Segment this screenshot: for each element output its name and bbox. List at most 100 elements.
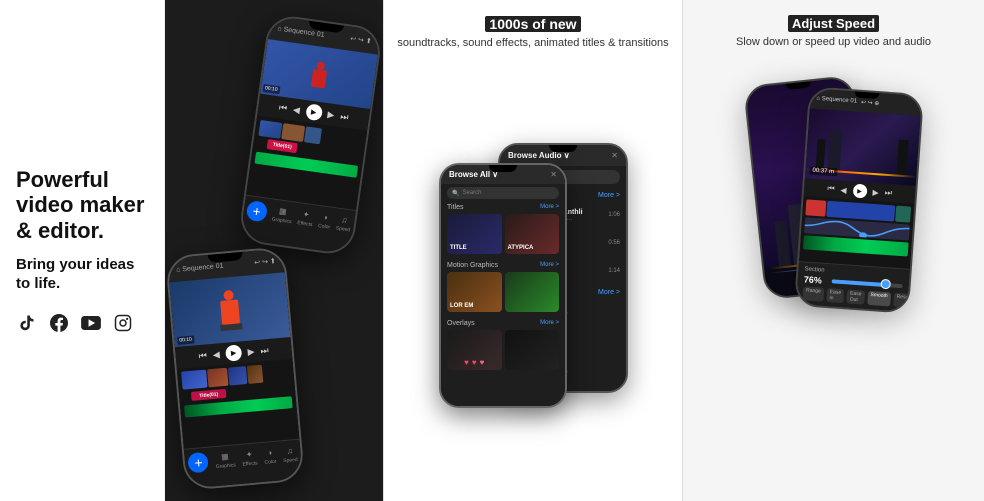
phone-screen-front: ⌂ Sequence 01 ↩ ↪ ⬆ 00:10 ⏮ ◀: [167, 248, 303, 488]
ba-search[interactable]: 🔍 Search: [447, 187, 559, 199]
panel-3-subtitle: soundtracks, sound effects, animated tit…: [397, 36, 668, 51]
next-frame-btn[interactable]: ▶: [327, 109, 335, 121]
skip-fwd-btn[interactable]: ⏭: [340, 111, 350, 123]
motion-item-1[interactable]: LOR EM: [447, 272, 502, 312]
opt-ease-out[interactable]: Ease Out: [846, 290, 864, 305]
panel-4-title: Adjust Speed: [788, 16, 879, 31]
sfx-more[interactable]: More >: [598, 289, 620, 296]
timeline-clip-2: [281, 123, 305, 142]
phone-screen-back: ⌂ Sequence 01 ↩ ↪ ⬆ 00:10 ⏮ ◀: [240, 15, 381, 254]
btm-speed-2[interactable]: ♫ Speed: [282, 444, 298, 464]
main-headline: Powerful video maker & editor.: [16, 167, 148, 243]
opt-reset[interactable]: Reset: [892, 293, 912, 308]
speed-label: Speed: [335, 225, 350, 233]
heart-3: ♥: [480, 358, 485, 367]
color-icon-2: ◑: [263, 446, 276, 459]
hearts-overlay: ♥ ♥ ♥: [450, 358, 499, 367]
spd-skip-back[interactable]: ⏮: [826, 184, 834, 194]
p4-phone-front: ⌂ Sequence 01 ↩ ↪ ⊕ 00:37 m: [793, 87, 923, 314]
p3-phones: Browse Audio ∨ ✕ 🔍 Search Soundtracks Mo…: [396, 63, 670, 485]
title-clip: Title(01): [267, 139, 298, 153]
prev-2[interactable]: ◀: [212, 349, 220, 361]
overlay-item-1[interactable]: ♥ ♥ ♥: [447, 330, 502, 370]
ab-close-btn[interactable]: ✕: [611, 151, 618, 160]
p4-phones-container: ⌂ Sequence 01 ↩ ↪ ⊕ 00:37 m: [695, 60, 972, 485]
overlay-item-2[interactable]: [505, 330, 560, 370]
ba-close[interactable]: ✕: [550, 170, 557, 179]
facebook-icon[interactable]: [48, 312, 70, 334]
soundtracks-more[interactable]: More >: [598, 192, 620, 199]
opt-smooth[interactable]: Smooth: [866, 291, 890, 307]
motion-text-1: LOR EM: [450, 303, 473, 309]
titles-more[interactable]: More >: [540, 204, 559, 211]
speed-slider-thumb[interactable]: [880, 279, 891, 290]
skip-fwd-2[interactable]: ⏭: [260, 345, 269, 357]
title-overlay-clip: Title(01): [191, 389, 227, 401]
add-button-front[interactable]: +: [188, 451, 210, 473]
speed-slider-fill: [831, 280, 885, 288]
spd-building-1: [815, 139, 825, 169]
titles-section: Titles More > TITLE ATYPICA: [441, 202, 565, 260]
spd-prev[interactable]: ◀: [840, 186, 847, 195]
timeline-area-front: Title(01): [177, 359, 300, 449]
skip-back-btn[interactable]: ⏮: [278, 102, 288, 114]
time-overlay-front: 00:10: [177, 335, 194, 344]
speed-seq-name: ⌂ Sequence 01: [816, 96, 857, 105]
title-item-1[interactable]: TITLE: [447, 214, 502, 254]
play-btn[interactable]: ▶: [305, 103, 323, 121]
skip-back-2[interactable]: ⏮: [198, 350, 207, 362]
add-button[interactable]: +: [246, 199, 269, 222]
btm-effects-2[interactable]: ✦ Effects: [241, 447, 258, 467]
bottom-graphics[interactable]: ▦ Graphics: [271, 204, 293, 226]
spd-next[interactable]: ▶: [872, 188, 879, 197]
youtube-icon[interactable]: [80, 312, 102, 334]
notch-p3-back: [549, 145, 577, 152]
video-main: 00:10: [169, 272, 290, 347]
motion-label: Motion Graphics More >: [447, 262, 559, 269]
heart-1: ♥: [464, 358, 469, 367]
prev-frame-btn[interactable]: ◀: [292, 104, 300, 116]
bottom-color[interactable]: ◑ Color: [318, 210, 333, 230]
panel-4-subtitle: Slow down or speed up video and audio: [736, 35, 931, 50]
heart-2: ♥: [472, 358, 477, 367]
title-highlight: 1000s of new: [485, 16, 580, 32]
next-2[interactable]: ▶: [247, 346, 255, 358]
spd-skip-fwd[interactable]: ⏭: [884, 188, 892, 198]
clip-c: [228, 366, 248, 386]
color-label: Color: [318, 223, 331, 231]
btm-graphics-2[interactable]: ▦ Graphics: [214, 449, 236, 470]
play-2[interactable]: ▶: [225, 344, 242, 361]
spd-clip-teal: [895, 206, 911, 223]
clip-d: [247, 365, 264, 384]
person-body: [310, 68, 326, 88]
speed-video-preview: 00:37 m: [804, 109, 920, 187]
phone-ui-front: ⌂ Sequence 01 ↩ ↪ ⬆ 00:10 ⏮ ◀: [167, 248, 303, 488]
spd-time-overlay: 00:37 m: [809, 167, 837, 177]
clip-a: [181, 370, 207, 390]
spd-building-3: [896, 140, 908, 176]
instagram-icon[interactable]: [112, 312, 134, 334]
track-dur-3: 1:14: [608, 268, 620, 274]
timeline-clip-3: [304, 126, 322, 144]
motion-more[interactable]: More >: [540, 262, 559, 269]
btm-color-2[interactable]: ◑ Color: [263, 446, 277, 466]
speed-title-highlight: Adjust Speed: [788, 15, 879, 32]
tiktok-icon[interactable]: [16, 312, 38, 334]
spd-building-2: [827, 130, 842, 171]
spd-play[interactable]: ▶: [852, 184, 867, 199]
time-overlay: 00:10: [263, 84, 280, 94]
speed-slider-track[interactable]: [831, 280, 902, 289]
titles-label: Titles More >: [447, 204, 559, 211]
track-dur-2: 0:56: [608, 240, 620, 246]
timeline-clip-1: [258, 120, 282, 139]
opt-ease-in[interactable]: Ease In: [826, 288, 844, 303]
title-item-2[interactable]: ATYPICA: [505, 214, 560, 254]
graphics-icon-2: ▦: [218, 450, 231, 463]
motion-item-2[interactable]: [505, 272, 560, 312]
bottom-effects[interactable]: ✦ Effects: [297, 207, 315, 228]
opt-range[interactable]: Range: [802, 287, 824, 302]
bottom-speed[interactable]: ♫ Speed: [335, 213, 352, 234]
notch-p3-front: [489, 165, 517, 172]
overlays-more[interactable]: More >: [540, 320, 559, 327]
speed-editor-ui: ⌂ Sequence 01 ↩ ↪ ⊕ 00:37 m: [796, 89, 922, 312]
